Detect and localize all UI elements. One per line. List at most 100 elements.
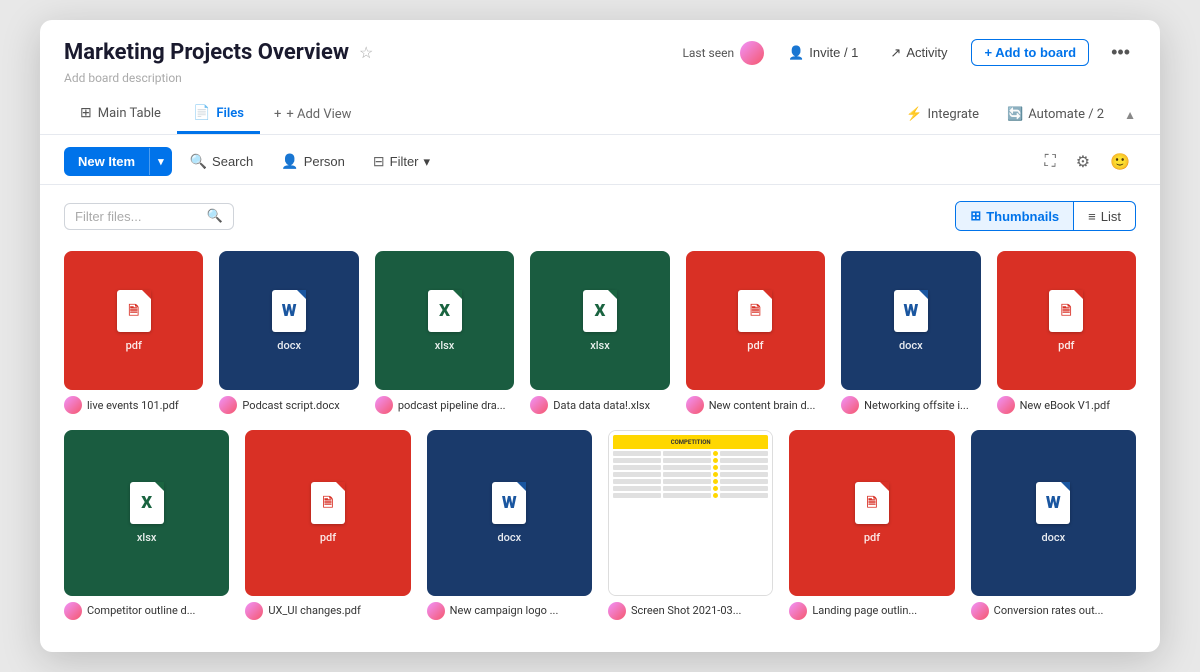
fold-icon bbox=[608, 290, 617, 299]
tabs-right: ⚡ Integrate 🔄 Automate / 2 ▲ bbox=[898, 103, 1136, 126]
star-icon[interactable]: ☆ bbox=[359, 43, 373, 62]
file-name-row: Data data data!.xlsx bbox=[530, 396, 669, 414]
pdf-icon-symbol: 🗎 bbox=[323, 494, 333, 516]
add-to-board-button[interactable]: + Add to board bbox=[971, 39, 1089, 66]
new-item-dropdown-arrow[interactable]: ▾ bbox=[149, 148, 172, 175]
person-filter-button[interactable]: 👤 Person bbox=[271, 147, 355, 176]
filter-icon: ⊟ bbox=[373, 153, 385, 170]
file-type-label: pdf bbox=[126, 339, 142, 352]
file-name: UX_UI changes.pdf bbox=[268, 604, 361, 617]
fold-icon bbox=[517, 482, 526, 491]
more-options-button[interactable]: ••• bbox=[1105, 38, 1136, 67]
doc-page: X bbox=[428, 290, 462, 332]
file-item[interactable]: 🗎 pdf New eBook V1.pdf bbox=[997, 251, 1136, 414]
filter-input[interactable] bbox=[75, 209, 201, 224]
list-icon: ≡ bbox=[1088, 209, 1096, 224]
header: Marketing Projects Overview ☆ Last seen … bbox=[40, 20, 1160, 135]
file-name: Screen Shot 2021-03... bbox=[631, 604, 741, 617]
person-filter-icon: 👤 bbox=[281, 153, 298, 170]
file-item[interactable]: W docx Networking offsite i... bbox=[841, 251, 980, 414]
cell bbox=[663, 451, 711, 456]
collapse-icon[interactable]: ▲ bbox=[1124, 108, 1136, 122]
avatar bbox=[530, 396, 548, 414]
file-name: live events 101.pdf bbox=[87, 399, 179, 412]
avatar bbox=[245, 602, 263, 620]
avatar bbox=[375, 396, 393, 414]
tab-files[interactable]: 📄 Files bbox=[177, 95, 260, 134]
view-toggle: ⊞ Thumbnails ≡ List bbox=[955, 201, 1136, 231]
emoji-icon[interactable]: 🙂 bbox=[1104, 148, 1136, 176]
header-right: Last seen 👤 Invite / 1 ↗ Activity + Add … bbox=[682, 38, 1136, 67]
avatar bbox=[789, 602, 807, 620]
file-name-row: New eBook V1.pdf bbox=[997, 396, 1136, 414]
doc-page: W bbox=[894, 290, 928, 332]
search-button[interactable]: 🔍 Search bbox=[180, 147, 264, 176]
tab-main-table[interactable]: ⊞ Main Table bbox=[64, 95, 177, 134]
file-item[interactable]: X xlsx Competitor outline d... bbox=[64, 430, 229, 619]
file-item[interactable]: 🗎 pdf Landing page outlin... bbox=[789, 430, 954, 619]
doc-page: X bbox=[583, 290, 617, 332]
cell bbox=[613, 479, 661, 484]
doc-letter-icon: X bbox=[141, 493, 152, 513]
cell bbox=[720, 479, 768, 484]
file-item[interactable]: 🗎 pdf UX_UI changes.pdf bbox=[245, 430, 410, 619]
cell bbox=[663, 465, 711, 470]
avatar bbox=[64, 396, 82, 414]
avatar bbox=[427, 602, 445, 620]
doc-letter-icon: W bbox=[502, 493, 517, 513]
filter-search-icon: 🔍 bbox=[207, 209, 223, 224]
new-item-button[interactable]: New Item ▾ bbox=[64, 147, 172, 176]
integrate-button[interactable]: ⚡ Integrate bbox=[898, 103, 987, 126]
file-name: Landing page outlin... bbox=[812, 604, 917, 617]
dot bbox=[713, 465, 718, 470]
board-description[interactable]: Add board description bbox=[64, 71, 1136, 85]
file-type-label: docx bbox=[497, 531, 521, 544]
cell bbox=[613, 486, 661, 491]
add-view-tab[interactable]: + + Add View bbox=[260, 97, 365, 132]
file-item[interactable]: W docx New campaign logo ... bbox=[427, 430, 592, 619]
file-item[interactable]: X xlsx Data data data!.xlsx bbox=[530, 251, 669, 414]
fold-icon bbox=[1074, 290, 1083, 299]
filter-input-wrap: 🔍 bbox=[64, 203, 234, 230]
file-name: New content brain d... bbox=[709, 399, 816, 412]
file-item[interactable]: 🗎 pdf live events 101.pdf bbox=[64, 251, 203, 414]
file-name: podcast pipeline dra... bbox=[398, 399, 506, 412]
doc-page: 🗎 bbox=[855, 482, 889, 524]
integrate-icon: ⚡ bbox=[906, 107, 922, 122]
invite-button[interactable]: 👤 Invite / 1 bbox=[780, 41, 866, 65]
file-type-label: docx bbox=[1041, 531, 1065, 544]
cell bbox=[720, 458, 768, 463]
screenshot-row bbox=[613, 458, 768, 463]
avatar bbox=[971, 602, 989, 620]
automate-button[interactable]: 🔄 Automate / 2 bbox=[999, 103, 1112, 126]
file-type-label: pdf bbox=[320, 531, 336, 544]
file-item[interactable]: W docx Conversion rates out... bbox=[971, 430, 1136, 619]
doc-letter-icon: W bbox=[282, 301, 297, 321]
cell bbox=[613, 472, 661, 477]
file-item[interactable]: COMPETITION bbox=[608, 430, 773, 619]
file-name-row: Podcast script.docx bbox=[219, 396, 358, 414]
table-icon: ⊞ bbox=[80, 105, 92, 121]
filter-button[interactable]: ⊟ Filter ▾ bbox=[363, 147, 440, 176]
file-icon: 📄 bbox=[193, 105, 210, 121]
avatar bbox=[219, 396, 237, 414]
cell bbox=[720, 472, 768, 477]
avatar bbox=[740, 41, 764, 65]
thumbnails-view-button[interactable]: ⊞ Thumbnails bbox=[956, 202, 1073, 230]
fold-icon bbox=[880, 482, 889, 491]
fold-icon bbox=[1061, 482, 1070, 491]
dot bbox=[713, 486, 718, 491]
list-view-button[interactable]: ≡ List bbox=[1074, 203, 1135, 230]
activity-button[interactable]: ↗ Activity bbox=[882, 41, 955, 65]
file-item[interactable]: W docx Podcast script.docx bbox=[219, 251, 358, 414]
avatar bbox=[997, 396, 1015, 414]
settings-icon[interactable]: ⚙ bbox=[1070, 148, 1096, 176]
board-title: Marketing Projects Overview bbox=[64, 40, 349, 65]
expand-icon[interactable]: ⛶ bbox=[1039, 149, 1062, 175]
file-item[interactable]: X xlsx podcast pipeline dra... bbox=[375, 251, 514, 414]
dot bbox=[713, 493, 718, 498]
file-item[interactable]: 🗎 pdf New content brain d... bbox=[686, 251, 825, 414]
pdf-icon-symbol: 🗎 bbox=[867, 494, 877, 516]
doc-page: 🗎 bbox=[1049, 290, 1083, 332]
file-name: New campaign logo ... bbox=[450, 604, 559, 617]
